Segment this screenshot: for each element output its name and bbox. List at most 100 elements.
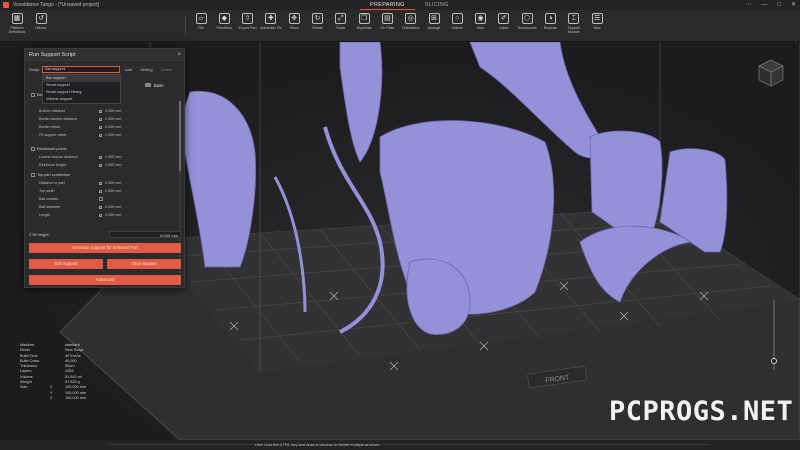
dropdown-option[interactable]: Smart support [43,82,120,89]
status-divider [110,444,710,445]
param-value-text: 0.000 mm [105,205,122,209]
param-value[interactable]: 3.000 mm [99,212,121,219]
tool-orientation[interactable]: ◎ Orientation [400,13,422,30]
tab-preparing[interactable]: PREPARING [360,0,415,10]
tool-scale[interactable]: ⤢ Scale [330,13,352,30]
param-value-text: 4.000 mm [105,109,122,113]
z-lift-input[interactable]: 8.000 mm [109,231,181,238]
param-value[interactable]: 0.500 mm [99,188,121,195]
dropdown-option[interactable]: Bar support [43,75,120,82]
export-part-icon: ⇧ [242,13,254,24]
tool-label[interactable]: ✐ Label [493,13,515,30]
model-info-panel: Machine standard Resin New Script Build Time… [20,343,180,401]
param-value[interactable]: 0.000 mm [99,124,121,131]
automatic-fix-icon: ✚ [265,13,277,24]
param-value[interactable]: 2.000 mm [99,116,121,123]
tool-platform-definitions[interactable]: ▦ Platform Definitions [6,13,28,34]
tool-support-module[interactable]: ⌶ Support Module [563,13,585,34]
tool-hole[interactable]: ◉ Hole [470,13,492,30]
script-select[interactable]: Bar support [42,66,121,73]
tool-hollow[interactable]: ○ Hollow [446,13,468,30]
run-support-script-panel: Run Support Script × Script Bar support … [24,48,185,288]
panel-close-icon[interactable]: × [177,49,181,61]
section-reinforced-label: Reinforced points [37,147,67,151]
base-label: Base [154,83,164,88]
clear-support-button[interactable]: Clear Support [107,259,181,269]
param-value[interactable]: 0.000 mm [99,204,121,211]
scrollbar-thumb[interactable] [179,101,181,171]
add-script-link[interactable]: Add [125,67,132,72]
param-checkbox[interactable] [99,197,103,202]
tool-primitives[interactable]: ◆ Primitives [213,13,235,30]
reinforced-checkbox[interactable] [31,147,35,151]
generate-support-button[interactable]: Generate Support for Selected Part [29,243,181,253]
z-lift-label: Z lift height [29,232,49,237]
param-value[interactable]: 4.000 mm [99,162,121,169]
primitives-icon: ◆ [218,13,230,24]
layer-slider[interactable] [771,300,777,370]
info-size-row: Z 150,000 mm [20,396,180,401]
top-connection-checkbox[interactable] [31,173,35,177]
param-value[interactable]: 4.000 mm [99,108,121,115]
tool-label: Label [499,26,509,30]
toolbar-separator [185,16,186,36]
tool-move[interactable]: ✥ Move [283,13,305,30]
tool-arrange[interactable]: ⊞ Arrange [423,13,445,30]
window-controls: ⋯ — □ ✕ [745,0,796,10]
param-value-text: 0.000 mm [105,125,122,129]
param-label: Border anchor distance [39,117,78,121]
dropdown-option[interactable]: Smart support Heavy [43,89,120,96]
model-arm-top [339,42,383,163]
tool-on-plate[interactable]: ▤ On Plate [376,13,398,30]
param-value[interactable]: 1.000 mm [99,154,121,161]
tool-label: Rotate [312,26,323,30]
tool-history[interactable]: ↺ History [30,13,52,30]
bar-checkbox[interactable] [31,93,35,97]
setting-script-link[interactable]: Setting [140,67,152,72]
tool-rotate[interactable]: ↻ Rotate [307,13,329,30]
tool-label: Boolean [543,26,558,30]
tool-automatic-fix[interactable]: ✚ Automatic Fix [260,13,282,30]
tool-label: History [35,26,47,30]
watermark-text: PCPROGS.NET [609,396,794,427]
spin-icon [99,163,102,167]
minimize-icon[interactable]: — [761,0,767,10]
tool-boolean[interactable]: ◑ Boolean [540,13,562,30]
label-icon: ✐ [498,13,510,24]
tool-label: Slice [593,26,601,30]
tool-label: Orientation [401,26,420,30]
param-value[interactable]: 1.000 mm [99,132,121,139]
tool-slice[interactable]: ☰ Slice [586,13,608,30]
hollow-icon: ○ [451,13,463,24]
layer-slider-handle[interactable] [771,358,777,364]
maximize-icon[interactable]: □ [777,0,781,10]
status-bar: Hint: hold the CTRL key and draw a windo… [0,440,800,450]
tool-honeycomb[interactable]: ⬡ Honeycomb [516,13,538,30]
spin-icon [99,125,102,129]
view-cube[interactable] [756,58,786,88]
param-row: Ball diameter 0.000 mm [39,204,179,211]
tool-label: Support Module [567,26,581,34]
tool-duplicate[interactable]: ❐ Duplicate [353,13,375,30]
section-reinforced[interactable]: Reinforced points [31,147,67,151]
on-plate-icon: ▤ [381,13,393,24]
edit-support-button[interactable]: Edit Support [29,259,103,269]
param-value[interactable]: 0.300 mm [99,180,121,187]
param-row: Length 3.000 mm [39,212,179,219]
duplicate-icon: ❐ [358,13,370,24]
close-icon[interactable]: ✕ [791,0,796,10]
param-value-text: 2.000 mm [105,117,122,121]
dropdown-option[interactable]: Volume support [43,96,120,103]
advanced-button[interactable]: Advanced [29,275,181,285]
delete-script-link[interactable]: Delete [161,67,173,72]
support-module-icon: ⌶ [568,13,580,24]
tool-export-part[interactable]: ⇧ Export Part [237,13,259,30]
tab-slicing[interactable]: SLICING [415,0,459,10]
section-top-connection[interactable]: Top part connection [31,173,70,177]
boolean-icon: ◑ [545,13,556,24]
base-row: Base [145,83,164,88]
tool-file[interactable]: ▱ File [190,13,212,30]
param-label: Length [39,213,51,217]
param-value[interactable] [99,196,103,203]
more-icon[interactable]: ⋯ [745,0,751,10]
